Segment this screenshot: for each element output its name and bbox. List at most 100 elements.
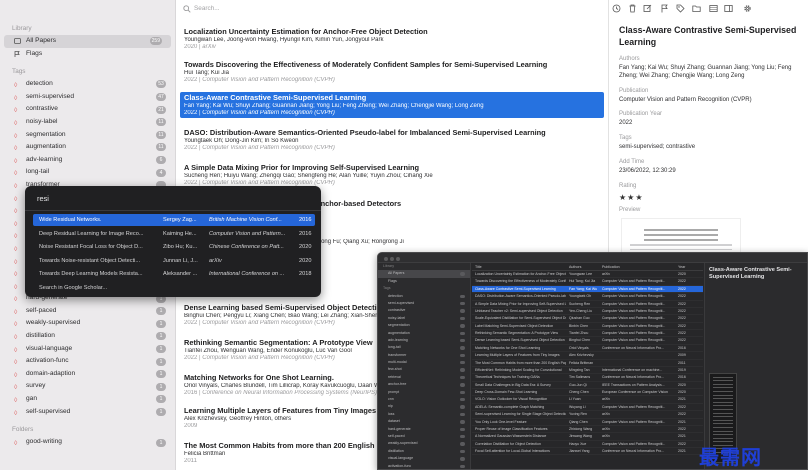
history-icon[interactable]: [612, 4, 621, 13]
table-row[interactable]: Label Matching Semi-Supervised Object De…: [472, 323, 703, 330]
trash-icon[interactable]: [628, 4, 637, 13]
window-zoom-button[interactable]: [396, 256, 400, 261]
dark-sidebar-item[interactable]: prompt: [378, 389, 470, 396]
table-row[interactable]: Learning Multiple Layers of Features fro…: [472, 352, 703, 360]
sidebar-item-tag[interactable]: ◊ activation-func 1: [0, 355, 175, 368]
table-row[interactable]: Semi-supervised Learning for Single Stag…: [472, 411, 703, 419]
tag-icon[interactable]: [676, 4, 685, 13]
popup-result-item[interactable]: Towards Noise-resistant Object Detecti..…: [33, 255, 315, 267]
table-row[interactable]: Scale-Equivalent Distillation for Semi-S…: [472, 315, 703, 323]
sidebar-item-tag[interactable]: ◊ long-tail 4: [0, 166, 175, 179]
dark-sidebar-item[interactable]: retrieval: [378, 374, 470, 381]
sidebar-item-tag[interactable]: ◊ detection 53: [0, 78, 175, 91]
dark-sidebar-item[interactable]: multi-modal: [378, 359, 470, 366]
paper-list-item[interactable]: DASO: Distribution-Aware Semantics-Orien…: [180, 127, 604, 153]
sidebar-item-tag[interactable]: ◊ segmentation 11: [0, 129, 175, 142]
table-row[interactable]: Rethinking Semantic Segmentation: A Prot…: [472, 330, 703, 338]
sidebar-item-tag[interactable]: ◊ noisy-label 11: [0, 116, 175, 129]
dark-sidebar-item[interactable]: visual-language: [378, 455, 470, 462]
dark-sidebar-item[interactable]: Flags: [378, 278, 470, 285]
dark-sidebar-item[interactable]: weakly-supervised: [378, 440, 470, 447]
column-header-year[interactable]: Year: [678, 263, 700, 271]
sidebar-item-tag[interactable]: ◊ domain-adaption 1: [0, 368, 175, 381]
sidebar-item-tag[interactable]: ◊ distillation 1: [0, 330, 175, 343]
folder-icon[interactable]: [692, 4, 701, 13]
year-value[interactable]: 2022: [619, 119, 801, 127]
table-row[interactable]: Focal Self-attention for Local-Global In…: [472, 448, 703, 456]
dark-sidebar-item[interactable]: distillation: [378, 448, 470, 455]
dark-sidebar-item[interactable]: dataset: [378, 418, 470, 425]
column-header-publication[interactable]: Publication: [602, 263, 674, 271]
dark-sidebar-item[interactable]: noisy-label: [378, 315, 470, 322]
search-input[interactable]: Search...: [182, 3, 382, 15]
dark-sidebar-item[interactable]: long-tail: [378, 344, 470, 351]
table-row[interactable]: Dense Learning based Semi-Supervised Obj…: [472, 337, 703, 345]
star-filled-icon[interactable]: ★: [619, 193, 627, 202]
popup-result-item[interactable]: Search in Google Scholar...: [33, 282, 315, 294]
dark-sidebar-item[interactable]: semi-supervised: [378, 300, 470, 307]
dark-sidebar-item[interactable]: anchor-free: [378, 381, 470, 388]
table-row[interactable]: Small Data Challenges in Big Data Era: A…: [472, 382, 703, 389]
dark-sidebar-item[interactable]: detection: [378, 293, 470, 300]
table-row[interactable]: EfficientNet: Rethinking Model Scaling f…: [472, 367, 703, 375]
table-row[interactable]: ADELA: Semantic-complete Graph Matching W…: [472, 404, 703, 412]
window-minimize-button[interactable]: [390, 256, 394, 261]
dark-sidebar-item[interactable]: activation-func: [378, 463, 470, 469]
table-row[interactable]: The Most Common Habits from more than 20…: [472, 360, 703, 367]
dark-sidebar-item[interactable]: cnn: [378, 396, 470, 403]
sidebar-item-flags[interactable]: Flags: [0, 48, 175, 61]
sidebar-item-tag[interactable]: ◊ self-supervised 1: [0, 406, 175, 419]
gear-icon[interactable]: [743, 4, 752, 13]
popup-result-item[interactable]: Wide Residual Networks. Sergey Zag... Brit…: [33, 214, 315, 226]
rating-stars[interactable]: ★★★: [619, 193, 644, 202]
list-view-icon[interactable]: [709, 4, 718, 13]
popup-result-item[interactable]: Towards Deep Learning Models Resista... A…: [33, 268, 315, 280]
dark-sidebar-item[interactable]: augmentation: [378, 330, 470, 337]
sidebar-item-tag[interactable]: ◊ gan 1: [0, 393, 175, 406]
dark-sidebar-item[interactable]: self-paced: [378, 433, 470, 440]
table-row[interactable]: A Simple Data Mixing Prior for Improving…: [472, 301, 703, 308]
sidebar-item-tag[interactable]: ◊ augmentation 11: [0, 141, 175, 154]
table-row[interactable]: A Normalized Gaussian Wasserstein Distan…: [472, 433, 703, 441]
table-row[interactable]: Unbiased Teacher v2: Semi-supervised Obj…: [472, 308, 703, 316]
flag-icon[interactable]: [660, 4, 669, 13]
sidebar-item-tag[interactable]: ◊ adv-learning 6: [0, 154, 175, 167]
popup-search-input[interactable]: resi: [37, 194, 49, 203]
table-row[interactable]: VOLO: Vision Outlooker for Visual Recogn…: [472, 396, 703, 404]
sidebar-item-tag[interactable]: ◊ self-paced 1: [0, 305, 175, 318]
dark-sidebar-item[interactable]: loss: [378, 411, 470, 418]
authors-value[interactable]: Fan Yang; Kai Wu; Shuyi Zhang; Guannan J…: [619, 64, 801, 81]
column-header-authors[interactable]: Authors: [569, 263, 599, 271]
sidebar-item-tag[interactable]: ◊ contrastive 21: [0, 103, 175, 116]
sidebar-item-tag[interactable]: ◊ visual-language 1: [0, 343, 175, 356]
column-header-title[interactable]: Title: [475, 263, 566, 271]
dark-sidebar-item[interactable]: nlp: [378, 403, 470, 410]
sidebar-item-tag[interactable]: ◊ semi-supervised 47: [0, 91, 175, 104]
table-row[interactable]: You Only Look One-level Feature Qiang Che…: [472, 419, 703, 426]
star-filled-icon[interactable]: ★: [635, 193, 643, 202]
dark-sidebar-item[interactable]: segmentation: [378, 322, 470, 329]
popup-result-item[interactable]: Noise Resistant Focal Loss for Object D.…: [33, 241, 315, 253]
sidebar-item-folder[interactable]: ◊ good-writing 1: [0, 436, 175, 449]
paper-list-item[interactable]: A Simple Data Mixing Prior for Improving…: [180, 162, 604, 188]
table-row[interactable]: Matching Networks for One Shot Learning O…: [472, 345, 703, 353]
publication-value[interactable]: Computer Vision and Pattern Recognition …: [619, 96, 801, 104]
dark-sidebar-item[interactable]: contrastive: [378, 307, 470, 314]
table-row[interactable]: DASO: Distribution-Aware Semantics-Orien…: [472, 293, 703, 301]
table-row[interactable]: Towards Discovering the Effectiveness of…: [472, 278, 703, 286]
paper-list-item[interactable]: Class-Aware Contrastive Semi-Supervised …: [180, 92, 604, 119]
sidebar-item-tag[interactable]: ◊ weakly-supervised 1: [0, 317, 175, 330]
dark-sidebar-item[interactable]: hard-generate: [378, 426, 470, 433]
table-row[interactable]: Theoretical Techniques for Training GANs…: [472, 374, 703, 382]
table-row[interactable]: Proper Reuse of Image Classification Fea…: [472, 426, 703, 434]
table-row[interactable]: Class-Aware Contrastive Semi-Supervised …: [472, 285, 703, 294]
edit-icon[interactable]: [643, 4, 652, 13]
table-row[interactable]: Deep Cross-Domain Few-Shot Learning Cheng…: [472, 389, 703, 397]
sidebar-toggle-icon[interactable]: [724, 4, 733, 13]
table-row[interactable]: Correlation Distillation for Object Dete…: [472, 441, 703, 448]
popup-result-item[interactable]: Deep Residual Learning for Image Reco...…: [33, 228, 315, 240]
sidebar-item-all-papers[interactable]: All Papers 259: [4, 35, 171, 48]
dark-sidebar-item[interactable]: transformer: [378, 352, 470, 359]
window-close-button[interactable]: [384, 256, 388, 261]
dark-sidebar-item[interactable]: All Papers: [378, 270, 470, 278]
